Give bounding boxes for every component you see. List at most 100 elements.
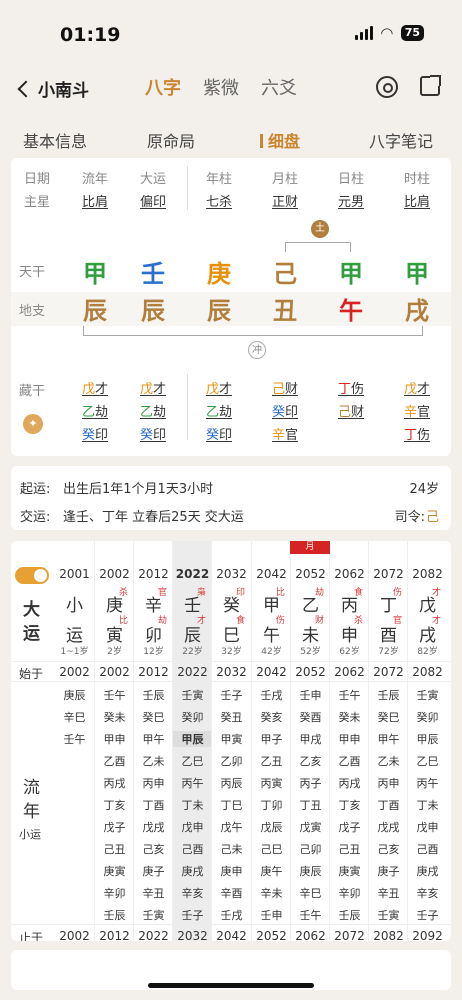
canggan-item[interactable]: 己财 (331, 401, 371, 420)
liunian-item[interactable]: 己亥 (134, 841, 173, 857)
liunian-item[interactable]: 乙未 (369, 753, 408, 769)
liunian-item[interactable]: 甲申 (330, 731, 369, 747)
liunian-item[interactable]: 己丑 (95, 841, 134, 857)
dayun-column[interactable]: 2032 癸巳 印食 32岁 2032 壬子 癸丑 甲寅 乙卯 丙辰 丁巳 戊午 己未 庚申 辛酉 壬戌 204… (211, 541, 250, 941)
liunian-item[interactable]: 癸巳 (134, 709, 173, 725)
liunian-item[interactable]: 庚辰 (291, 863, 330, 879)
liunian-item[interactable]: 癸巳 (369, 709, 408, 725)
liunian-item[interactable]: 壬子 (212, 687, 251, 703)
tab-liuyao[interactable]: 六爻 (261, 74, 297, 100)
dizhi-char[interactable]: 辰 (133, 291, 173, 326)
liunian-item[interactable]: 辛亥 (408, 885, 447, 901)
liunian-item[interactable]: 丙申 (369, 775, 408, 791)
liunian-item[interactable]: 戊申 (408, 819, 447, 835)
canggan-item[interactable]: 癸印 (199, 424, 239, 443)
dayun-column[interactable]: 2012 辛卯 官劫 12岁 2012 壬辰 癸巳 甲午 乙未 丙申 丁酉 戊戌 己亥 庚子 辛丑 壬寅 202… (133, 541, 172, 941)
liunian-item[interactable]: 戊午 (212, 819, 251, 835)
liunian-item[interactable]: 辛未 (252, 885, 291, 901)
canggan-item[interactable]: 癸印 (265, 401, 305, 420)
liunian-item[interactable]: 丙寅 (252, 775, 291, 791)
dizhi-char[interactable]: 丑 (265, 291, 305, 326)
liunian-item[interactable]: 丁酉 (369, 797, 408, 813)
main-star[interactable]: 元男 (331, 191, 371, 210)
canggan-item[interactable]: 戊才 (397, 378, 437, 397)
liunian-item[interactable]: 壬戌 (212, 907, 251, 923)
canggan-item[interactable]: 癸印 (133, 424, 173, 443)
liunian-item[interactable]: 甲午 (369, 731, 408, 747)
liunian-item[interactable]: 壬午 (291, 907, 330, 923)
liunian-item[interactable]: 乙巳 (408, 753, 447, 769)
tiangan-char[interactable]: 己 (265, 254, 305, 289)
pin-icon[interactable]: ✦ (23, 414, 43, 434)
liunian-item[interactable]: 辛丑 (134, 885, 173, 901)
liunian-item[interactable]: 庚子 (134, 863, 173, 879)
liunian-item[interactable]: 壬申 (291, 687, 330, 703)
liunian-item[interactable]: 丁未 (173, 797, 212, 813)
liunian-item[interactable]: 甲申 (95, 731, 134, 747)
subtab-natal-chart[interactable]: 原命局 (147, 128, 195, 152)
dizhi-char[interactable]: 午 (331, 291, 371, 326)
liunian-item[interactable]: 甲戌 (291, 731, 330, 747)
liunian-item[interactable]: 癸卯 (408, 709, 447, 725)
canggan-item[interactable]: 乙劫 (75, 401, 115, 420)
liunian-item[interactable]: 戊寅 (291, 819, 330, 835)
liunian-item[interactable]: 癸未 (330, 709, 369, 725)
liunian-item[interactable]: 己丑 (330, 841, 369, 857)
liunian-item[interactable]: 壬午 (95, 687, 134, 703)
tiangan-char[interactable]: 甲 (397, 254, 437, 289)
liunian-item[interactable]: 甲辰 (173, 731, 212, 747)
liunian-item[interactable]: 己亥 (369, 841, 408, 857)
liunian-item[interactable]: 壬申 (252, 907, 291, 923)
dayun-column[interactable]: 2072 丁酉伤官 72岁 2072 壬辰 癸巳 甲午 乙未 丙申 丁酉 戊戌 己亥 庚子 辛丑 壬寅 208… (368, 541, 407, 941)
dayun-column[interactable]: 2022 壬辰 枭才 22岁 2022 壬寅 癸卯 甲辰 乙巳 丙午 丁未 戊申 己酉 庚戌 辛亥 壬子 203… (172, 541, 212, 941)
liunian-item[interactable]: 丁未 (408, 797, 447, 813)
liunian-item[interactable]: 壬寅 (173, 687, 212, 703)
canggan-item[interactable]: 乙劫 (199, 401, 239, 420)
canggan-item[interactable]: 乙劫 (133, 401, 173, 420)
liunian-item[interactable]: 乙卯 (212, 753, 251, 769)
canggan-item[interactable]: 戊才 (133, 378, 173, 397)
liunian-item[interactable]: 辛巳 (291, 885, 330, 901)
liunian-item[interactable]: 辛丑 (369, 885, 408, 901)
liunian-item[interactable]: 庚辰 (55, 687, 94, 703)
liunian-item[interactable]: 壬辰 (95, 907, 134, 923)
subtab-notes[interactable]: 八字笔记 (369, 128, 433, 152)
liunian-item[interactable]: 辛卯 (330, 885, 369, 901)
canggan-item[interactable]: 戊才 (75, 378, 115, 397)
liunian-item[interactable]: 戊子 (95, 819, 134, 835)
liunian-item[interactable]: 甲午 (134, 731, 173, 747)
liunian-item[interactable]: 辛酉 (212, 885, 251, 901)
liunian-item[interactable]: 癸卯 (173, 709, 212, 725)
liunian-item[interactable]: 乙巳 (173, 753, 212, 769)
liunian-item[interactable]: 乙未 (134, 753, 173, 769)
liunian-item[interactable]: 己酉 (408, 841, 447, 857)
main-star[interactable]: 比肩 (75, 191, 115, 210)
liunian-item[interactable]: 庚寅 (330, 863, 369, 879)
dayun-column[interactable]: 2001 小运 1~1岁 2002 庚辰 辛巳 壬午 2002 (55, 541, 94, 941)
liunian-item[interactable]: 乙亥 (291, 753, 330, 769)
dayun-column[interactable]: 2052 乙未 劫财 52岁 2052 壬申 癸酉 甲戌 乙亥 丙子 丁丑 戊寅 己卯 庚辰 辛巳 壬午 206… (290, 541, 329, 941)
liunian-item[interactable]: 壬辰 (369, 687, 408, 703)
liunian-item[interactable]: 丁巳 (212, 797, 251, 813)
back-button[interactable]: 小南斗 (17, 76, 89, 101)
liunian-item[interactable]: 戊戌 (134, 819, 173, 835)
main-star[interactable]: 七杀 (199, 191, 239, 210)
liunian-item[interactable]: 庚寅 (95, 863, 134, 879)
dayun-toggle[interactable] (15, 567, 49, 584)
canggan-item[interactable]: 辛官 (397, 401, 437, 420)
liunian-item[interactable]: 己巳 (252, 841, 291, 857)
liunian-item[interactable]: 丙午 (408, 775, 447, 791)
subtab-basic-info[interactable]: 基本信息 (23, 128, 87, 152)
liunian-item[interactable]: 乙酉 (95, 753, 134, 769)
tiangan-char[interactable]: 壬 (133, 254, 173, 289)
liunian-item[interactable]: 戊申 (173, 819, 212, 835)
liunian-item[interactable]: 壬子 (173, 907, 212, 923)
liunian-item[interactable]: 丁亥 (95, 797, 134, 813)
liunian-item[interactable]: 丙申 (134, 775, 173, 791)
tab-ziwei[interactable]: 紫微 (203, 74, 239, 100)
liunian-item[interactable]: 癸亥 (252, 709, 291, 725)
liunian-item[interactable]: 戊辰 (252, 819, 291, 835)
main-star[interactable]: 偏印 (133, 191, 173, 210)
canggan-item[interactable]: 癸印 (75, 424, 115, 443)
main-star[interactable]: 比肩 (397, 191, 437, 210)
